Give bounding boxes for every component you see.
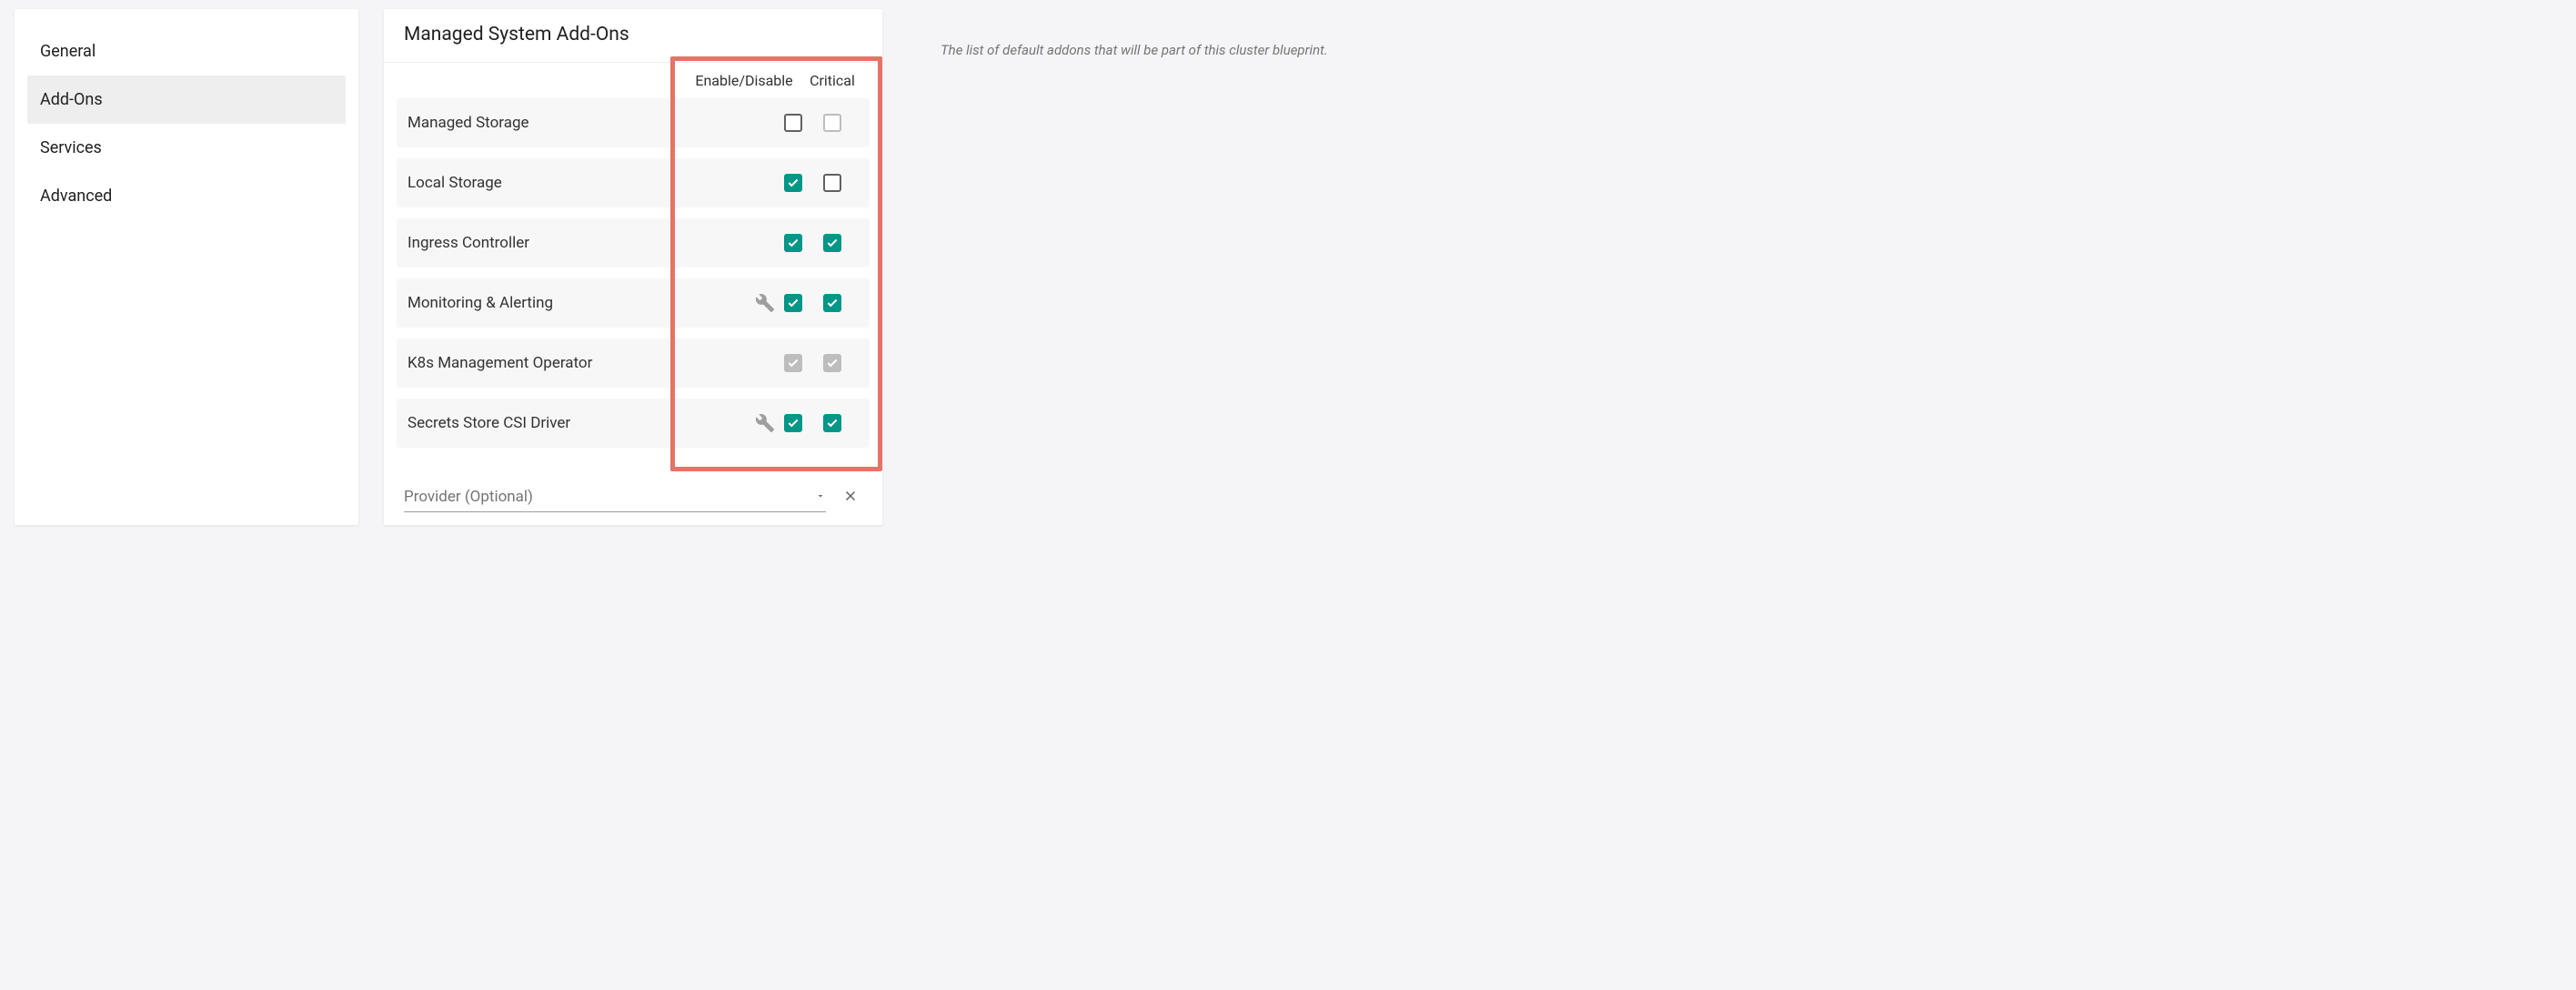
addon-critical-cell xyxy=(802,354,862,372)
critical-checkbox[interactable] xyxy=(823,234,841,252)
addon-label: Monitoring & Alerting xyxy=(408,294,686,312)
sidebar-item-label: Advanced xyxy=(40,187,112,206)
wrench-icon[interactable] xyxy=(755,293,775,313)
sidebar-item-add-ons[interactable]: Add-Ons xyxy=(27,76,346,124)
critical-checkbox xyxy=(823,114,841,132)
sidebar-item-services[interactable]: Services xyxy=(27,124,346,172)
sidebar-item-advanced[interactable]: Advanced xyxy=(27,172,346,220)
addon-critical-cell xyxy=(802,294,862,312)
column-header-enable: Enable/Disable xyxy=(686,72,802,89)
provider-select-label: Provider (Optional) xyxy=(404,488,533,506)
addon-enable-cell xyxy=(686,233,802,253)
addon-row: Local Storage xyxy=(397,158,870,207)
addon-label: Secrets Store CSI Driver xyxy=(408,414,686,432)
addon-row: Managed Storage xyxy=(397,98,870,147)
enable-checkbox[interactable] xyxy=(784,294,802,312)
sidebar-item-label: Services xyxy=(40,138,102,157)
addon-critical-cell xyxy=(802,234,862,252)
addon-label: K8s Management Operator xyxy=(408,354,686,372)
panel-title: Managed System Add-Ons xyxy=(384,9,882,63)
column-header-critical: Critical xyxy=(802,72,862,89)
enable-checkbox[interactable] xyxy=(784,174,802,192)
critical-checkbox[interactable] xyxy=(823,174,841,192)
addon-critical-cell xyxy=(802,414,862,432)
provider-row: Provider (Optional) xyxy=(384,466,882,516)
enable-checkbox[interactable] xyxy=(784,234,802,252)
addon-label: Local Storage xyxy=(408,174,686,192)
provider-select[interactable]: Provider (Optional) xyxy=(404,482,826,512)
helper-text: The list of default addons that will be … xyxy=(908,9,1335,525)
addon-row: Secrets Store CSI Driver xyxy=(397,399,870,448)
addon-label: Managed Storage xyxy=(408,114,686,132)
addon-label: Ingress Controller xyxy=(408,234,686,252)
sidebar-item-general[interactable]: General xyxy=(27,27,346,76)
close-icon xyxy=(842,488,859,504)
sidebar-item-label: Add-Ons xyxy=(40,90,103,109)
critical-checkbox xyxy=(823,354,841,372)
enable-checkbox[interactable] xyxy=(784,414,802,432)
addon-enable-cell xyxy=(686,353,802,373)
sidebar: General Add-Ons Services Advanced xyxy=(15,9,358,525)
clear-provider-button[interactable] xyxy=(839,484,862,511)
wrench-icon[interactable] xyxy=(755,413,775,433)
sidebar-item-label: General xyxy=(40,42,96,61)
addon-critical-cell xyxy=(802,174,862,192)
enable-checkbox[interactable] xyxy=(784,114,802,132)
critical-checkbox[interactable] xyxy=(823,294,841,312)
chevron-down-icon xyxy=(815,488,826,506)
addon-enable-cell xyxy=(686,113,802,133)
addon-header-row: Enable/Disable Critical xyxy=(384,63,882,96)
addon-enable-cell xyxy=(686,413,802,433)
addon-critical-cell xyxy=(802,114,862,132)
addon-row: Monitoring & Alerting xyxy=(397,278,870,328)
addons-panel: Managed System Add-Ons Enable/Disable Cr… xyxy=(384,9,882,525)
addon-enable-cell xyxy=(686,173,802,193)
critical-checkbox[interactable] xyxy=(823,414,841,432)
addon-list: Managed Storage Local Storage Ingress Cont… xyxy=(384,96,882,466)
addon-row: K8s Management Operator xyxy=(397,338,870,388)
addon-row: Ingress Controller xyxy=(397,218,870,268)
addon-enable-cell xyxy=(686,293,802,313)
enable-checkbox xyxy=(784,354,802,372)
